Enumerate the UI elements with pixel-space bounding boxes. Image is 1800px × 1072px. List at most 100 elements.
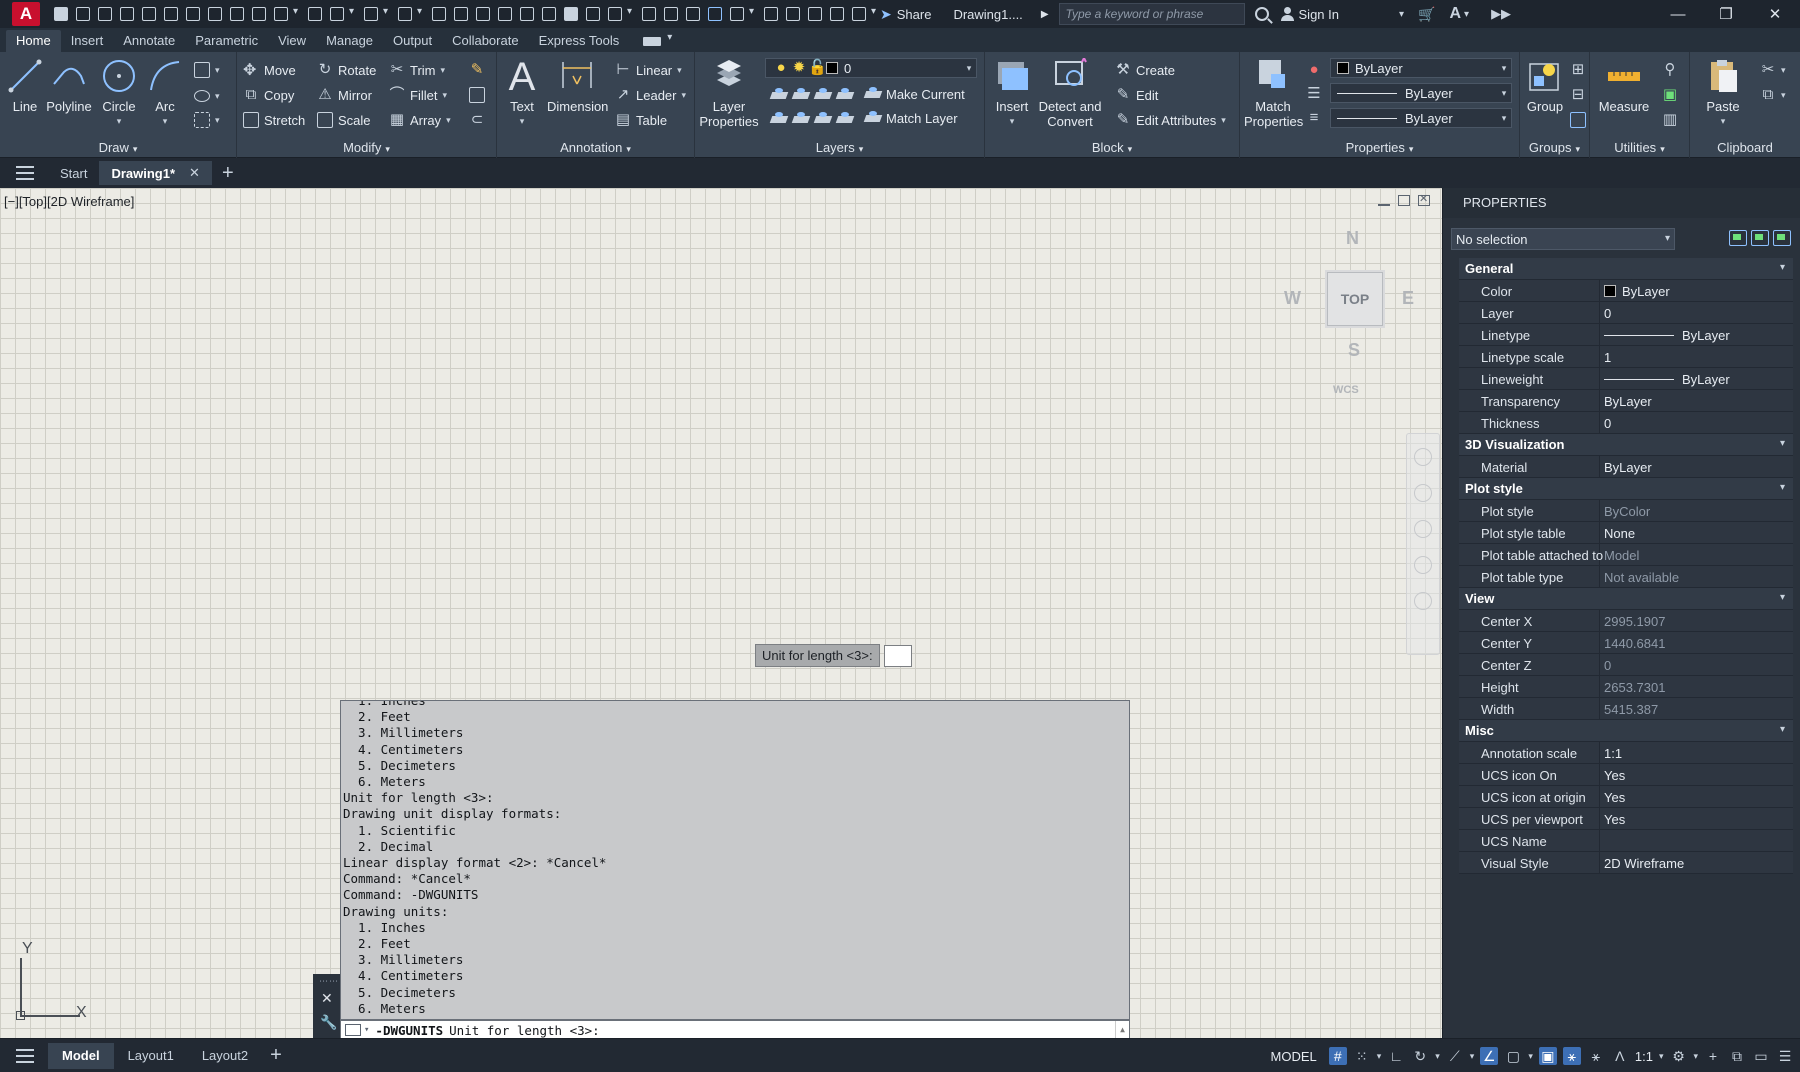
match-icon[interactable]	[432, 7, 446, 21]
block-panel-expander[interactable]: Block ▾	[985, 140, 1239, 155]
object-color-picker[interactable]: ●	[1306, 60, 1322, 80]
chevron-down-icon[interactable]: ▾	[140, 114, 190, 129]
color-dropdown[interactable]: ByLayer ▾	[1330, 58, 1512, 78]
property-value[interactable]	[1600, 830, 1793, 851]
tab-manage[interactable]: Manage	[316, 30, 383, 52]
layer-unisolate-icon[interactable]	[793, 88, 809, 102]
redo-icon[interactable]	[186, 7, 200, 21]
property-row[interactable]: Thickness 0	[1459, 412, 1793, 434]
property-row[interactable]: UCS per viewport Yes	[1459, 808, 1793, 830]
annotation-scale-value[interactable]: 1:1	[1635, 1049, 1653, 1064]
edit-block-button[interactable]: ✎ Edit	[1115, 85, 1159, 105]
groups-panel-expander[interactable]: Groups ▾	[1520, 140, 1589, 155]
layer-properties-button[interactable]: Layer Properties	[699, 58, 759, 129]
selection-dropdown[interactable]: No selection ▾	[1451, 228, 1675, 250]
plot-icon[interactable]	[142, 7, 156, 21]
chevron-down-icon[interactable]: ▾	[1693, 1051, 1698, 1062]
match-layer-button[interactable]: Match Layer	[865, 108, 958, 128]
property-value[interactable]: ByLayer	[1600, 324, 1793, 345]
text-button[interactable]: A Text ▾	[497, 57, 547, 129]
hatch-icon[interactable]	[564, 7, 578, 21]
grid-icon[interactable]: #	[1328, 1047, 1347, 1065]
attribute-icon[interactable]	[642, 7, 656, 21]
hamburger-menu-icon[interactable]	[16, 1048, 34, 1063]
copy-clipboard-button[interactable]: ⧉ ▾	[1760, 85, 1786, 105]
block-quick-icon[interactable]	[686, 7, 700, 21]
close-icon[interactable]: ✕	[189, 165, 200, 181]
window-select-icon[interactable]	[252, 7, 266, 21]
match-properties-button[interactable]: Match Properties	[1244, 58, 1303, 129]
paste-button[interactable]: Paste ▾	[1698, 58, 1748, 129]
chevron-down-icon[interactable]: ▾	[1464, 9, 1469, 20]
property-value[interactable]: ByLayer	[1600, 368, 1793, 389]
chevron-down-icon[interactable]: ▾	[364, 1025, 369, 1035]
open-file-icon[interactable]	[76, 7, 90, 21]
edit-attributes-button[interactable]: ✎ Edit Attributes ▾	[1115, 110, 1226, 130]
object-snap-icon[interactable]: ▢	[1504, 1047, 1522, 1065]
compass-north[interactable]: N	[1346, 228, 1359, 249]
wcs-menu[interactable]: WCS	[1333, 384, 1359, 396]
property-row[interactable]: Layer 0	[1459, 302, 1793, 324]
polyline-button[interactable]: Polyline	[44, 58, 94, 114]
linetype-dropdown[interactable]: ByLayer ▾	[1330, 108, 1512, 128]
close-icon[interactable]: ✕	[1752, 0, 1798, 28]
minimize-icon[interactable]: —	[1655, 0, 1701, 28]
property-value[interactable]: 0	[1600, 302, 1793, 323]
property-row[interactable]: Plot style table None	[1459, 522, 1793, 544]
clean-screen-icon[interactable]: ▭	[1752, 1047, 1770, 1065]
spline-icon[interactable]	[542, 7, 556, 21]
scroll-up-icon[interactable]: ▲	[1115, 1021, 1129, 1038]
chevron-right-icon[interactable]: ▶	[1041, 9, 1049, 20]
rectangle-icon[interactable]	[520, 7, 534, 21]
chevron-down-icon[interactable]: ▾	[1377, 1051, 1382, 1062]
workspace-icon[interactable]	[208, 7, 222, 21]
layer-off-icon[interactable]	[815, 88, 831, 102]
layer-states-icon[interactable]	[398, 6, 422, 21]
quick-select-icon[interactable]	[1773, 230, 1791, 246]
draw-panel-expander[interactable]: Draw ▾	[0, 140, 236, 155]
select-all-button[interactable]: ▣	[1662, 85, 1678, 105]
tab-parametric[interactable]: Parametric	[185, 30, 268, 52]
layer-thaw-icon[interactable]	[793, 112, 809, 126]
layers-panel-expander[interactable]: Layers ▾	[695, 140, 984, 155]
layer-freeze-icon[interactable]	[837, 88, 853, 102]
sign-in-button[interactable]: Sign In	[1280, 7, 1339, 22]
hatch-button[interactable]: ▾	[194, 110, 220, 130]
modify-panel-expander[interactable]: Modify ▾	[237, 140, 496, 155]
command-line-input[interactable]: ▾ -DWGUNITS Unit for length <3>: ▲	[340, 1020, 1130, 1038]
tab-insert[interactable]: Insert	[61, 30, 114, 52]
property-value[interactable]: Yes	[1600, 808, 1793, 829]
zoom-icon[interactable]	[1414, 520, 1432, 538]
hamburger-menu-icon[interactable]	[16, 166, 34, 180]
property-value[interactable]: 1:1	[1600, 742, 1793, 763]
restore-icon[interactable]: ❐	[1703, 0, 1749, 28]
insert-button[interactable]: Insert ▾	[987, 58, 1037, 129]
property-row[interactable]: Center Z 0	[1459, 654, 1793, 676]
properties-title[interactable]: PROPERTIES	[1443, 188, 1800, 218]
property-row[interactable]: UCS Name	[1459, 830, 1793, 852]
tab-collaborate[interactable]: Collaborate	[442, 30, 529, 52]
detect-convert-button[interactable]: Detect and Convert	[1035, 55, 1105, 129]
selection-cycle-icon[interactable]	[364, 6, 388, 21]
chevron-down-icon[interactable]: ▾	[1528, 1051, 1533, 1062]
scale-button[interactable]: Scale	[317, 110, 371, 130]
dynamic-input-icon[interactable]: ▣	[1538, 1047, 1557, 1065]
scale-quick-icon[interactable]	[808, 7, 822, 21]
dimension-quick-icon[interactable]	[608, 6, 632, 21]
new-file-icon[interactable]	[54, 7, 68, 21]
property-value[interactable]: 2D Wireframe	[1600, 852, 1793, 873]
group-button[interactable]: Group	[1520, 58, 1570, 114]
tab-annotate[interactable]: Annotate	[113, 30, 185, 52]
application-menu-button[interactable]: A	[12, 2, 40, 26]
group-edit-button[interactable]: ⊟	[1570, 85, 1586, 105]
mirror-button[interactable]: ⚠ Mirror	[317, 85, 372, 105]
ellipse-button[interactable]: ▾	[194, 86, 220, 106]
viewcube-top-face[interactable]: TOP	[1327, 272, 1383, 326]
viewport-controls-label[interactable]: [−][Top][2D Wireframe]	[4, 194, 134, 209]
properties-panel-expander[interactable]: Properties ▾	[1240, 140, 1519, 155]
layer-on-icon[interactable]	[771, 112, 787, 126]
chevron-down-icon[interactable]: ▾	[94, 114, 144, 129]
circle-button[interactable]: Circle ▾	[94, 58, 144, 129]
chevron-down-icon[interactable]: ▾	[1470, 1051, 1475, 1062]
make-current-button[interactable]: Make Current	[865, 84, 965, 104]
